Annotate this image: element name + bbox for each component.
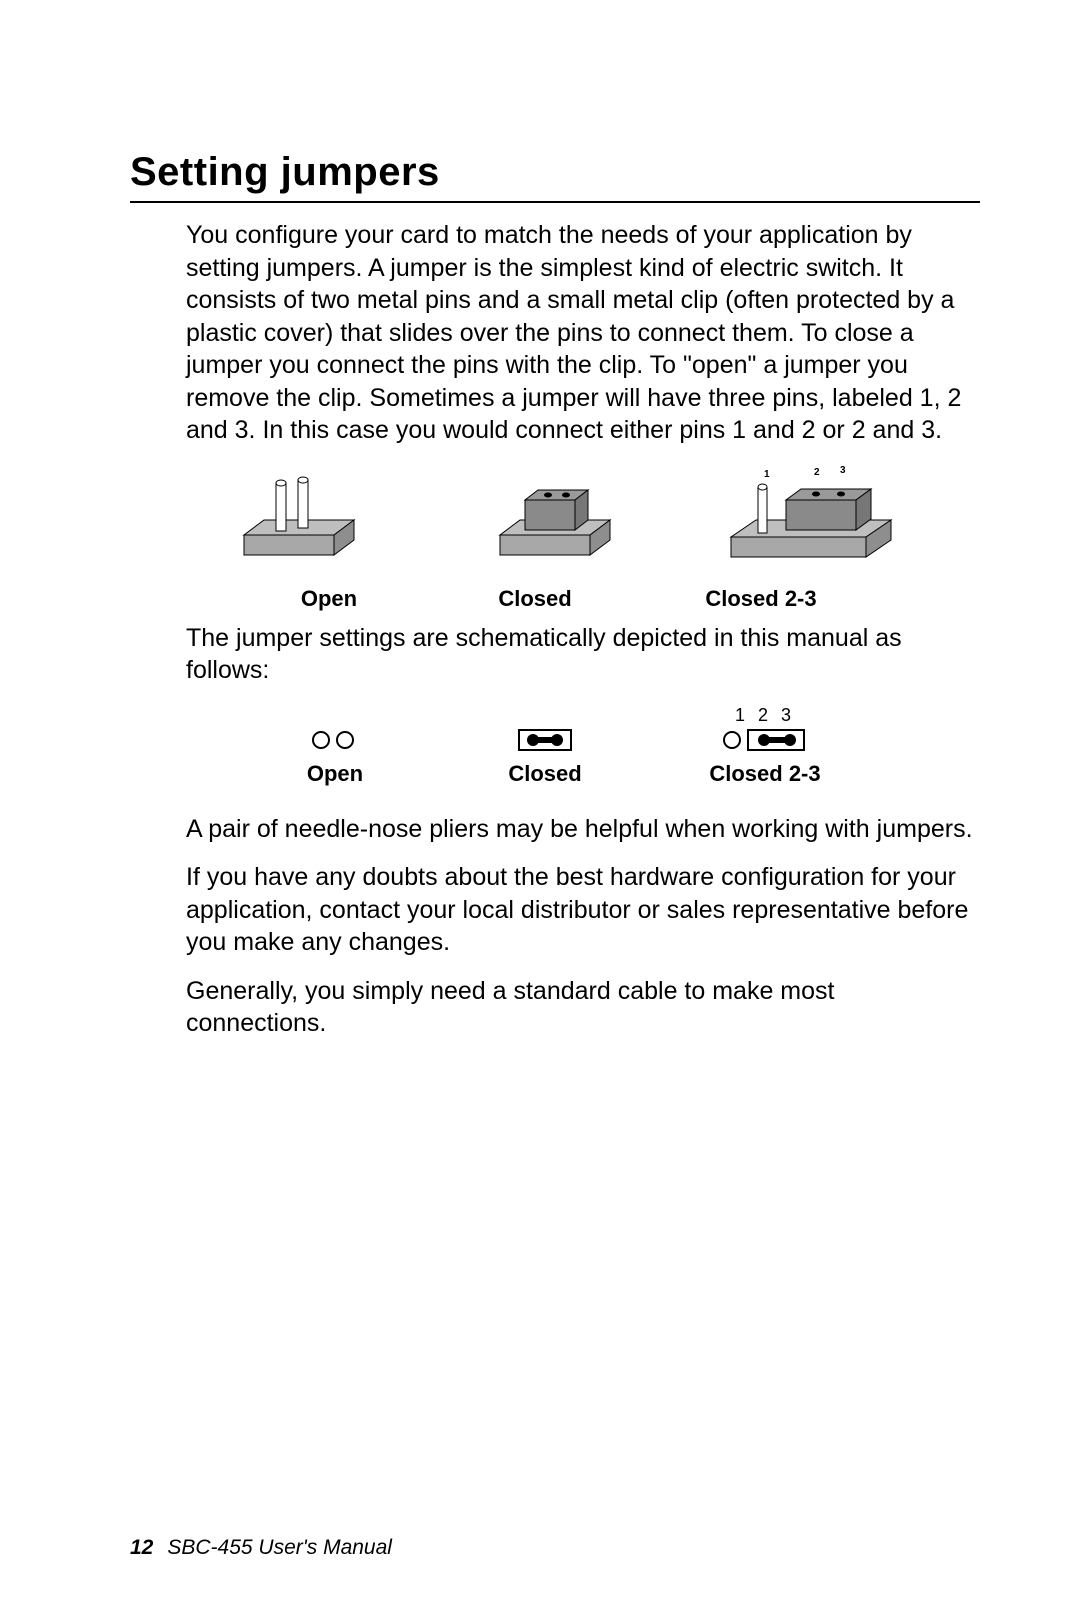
schematic-caption-open: Open xyxy=(275,761,395,787)
section-title: Setting jumpers xyxy=(130,150,980,195)
schematic-pin-numbers: 1 2 3 xyxy=(695,705,835,725)
jumper-3d-closed xyxy=(455,465,655,580)
jumper-closed23-icon: 1 2 3 xyxy=(716,465,906,575)
schematic-caption-closed23: Closed 2-3 xyxy=(695,761,835,787)
jumper-closed-icon xyxy=(480,465,630,575)
title-rule xyxy=(130,201,980,203)
schematic-closed-icon xyxy=(515,727,575,753)
jumper-schematic-row: 1 2 3 xyxy=(130,705,980,755)
schematic-captions: Open Closed Closed 2-3 xyxy=(130,761,980,787)
paragraph-cable: Generally, you simply need a standard ca… xyxy=(186,975,980,1040)
jumper-3d-closed23: 1 2 3 xyxy=(711,465,911,580)
schematic-open xyxy=(275,705,395,755)
paragraph-intro: You configure your card to match the nee… xyxy=(186,219,980,447)
jumper-3d-captions: Open Closed Closed 2-3 xyxy=(130,586,980,612)
caption-open: Open xyxy=(254,586,404,612)
schematic-caption-closed: Closed xyxy=(485,761,605,787)
schematic-closed xyxy=(485,705,605,755)
page-footer: 12 SBC-455 User's Manual xyxy=(130,1536,392,1560)
paragraph-pliers: A pair of needle-nose pliers may be help… xyxy=(186,813,980,846)
schematic-closed23: 1 2 3 xyxy=(695,705,835,755)
book-title: SBC-455 User's Manual xyxy=(167,1536,392,1559)
paragraph-doubts: If you have any doubts about the best ha… xyxy=(186,861,980,959)
jumper-3d-open xyxy=(199,465,399,580)
caption-closed: Closed xyxy=(460,586,610,612)
pin-label-2: 2 xyxy=(814,467,820,478)
schematic-closed23-icon xyxy=(720,727,810,753)
page-number: 12 xyxy=(130,1536,153,1559)
pin-label-1: 1 xyxy=(764,469,770,480)
paragraph-schematic-lead: The jumper settings are schematically de… xyxy=(186,622,980,687)
jumper-open-icon xyxy=(224,465,374,575)
caption-closed23: Closed 2-3 xyxy=(666,586,856,612)
jumper-3d-figure-row: 1 2 3 xyxy=(130,465,980,580)
pin-label-3: 3 xyxy=(840,465,846,476)
schematic-open-icon xyxy=(305,727,365,753)
